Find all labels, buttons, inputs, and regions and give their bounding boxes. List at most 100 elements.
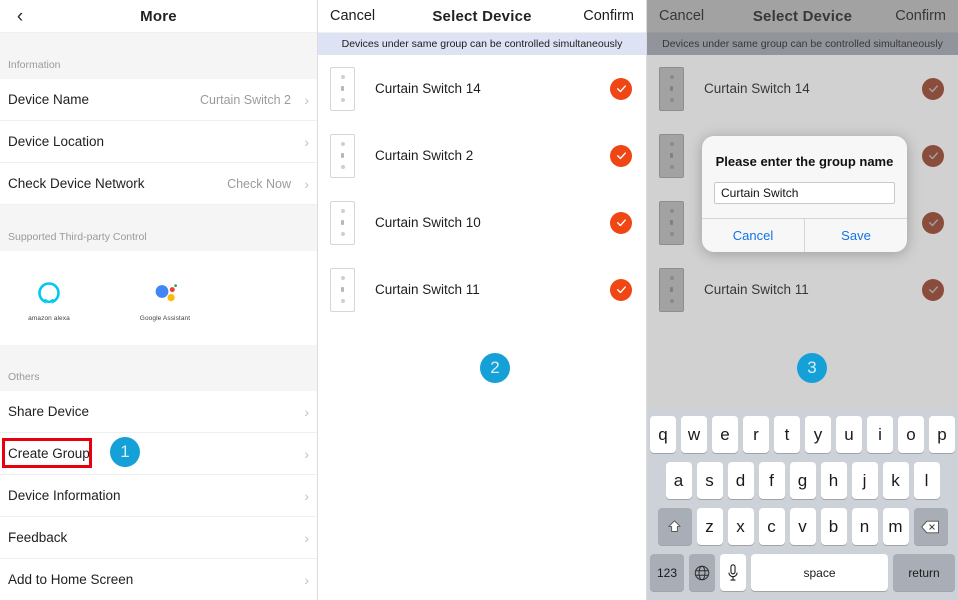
curtain-switch-icon <box>659 268 684 312</box>
device-row[interactable]: Curtain Switch 10 <box>318 189 646 256</box>
device-name: Curtain Switch 10 <box>375 215 610 230</box>
row-label: Device Information <box>8 488 299 503</box>
curtain-switch-icon <box>330 67 355 111</box>
key-j[interactable]: j <box>852 462 878 499</box>
microphone-icon[interactable] <box>720 554 746 591</box>
third-party-google-assistant[interactable]: Google Assistant <box>130 275 200 322</box>
key-b[interactable]: b <box>821 508 847 545</box>
row-label: Check Device Network <box>8 176 227 191</box>
checkmark-icon[interactable] <box>610 145 632 167</box>
info-banner: Devices under same group can be controll… <box>647 33 958 55</box>
key-t[interactable]: t <box>774 416 800 453</box>
device-row[interactable]: Curtain Switch 11 <box>647 256 958 323</box>
row-label: Device Name <box>8 92 200 107</box>
checkmark-icon[interactable] <box>922 145 944 167</box>
device-name: Curtain Switch 14 <box>704 81 922 96</box>
key-m[interactable]: m <box>883 508 909 545</box>
page-title: Select Device <box>318 8 646 25</box>
curtain-switch-icon <box>659 134 684 178</box>
checkmark-icon[interactable] <box>610 279 632 301</box>
row-device-location[interactable]: Device Location › <box>0 121 317 163</box>
key-l[interactable]: l <box>914 462 940 499</box>
key-z[interactable]: z <box>697 508 723 545</box>
keyboard-row-3: zxcvbnm <box>650 508 955 545</box>
curtain-switch-icon <box>330 201 355 245</box>
row-label: Feedback <box>8 530 299 545</box>
row-check-device-network[interactable]: Check Device Network Check Now › <box>0 163 317 205</box>
third-party-alexa[interactable]: amazon alexa <box>14 275 84 322</box>
row-add-to-home-screen[interactable]: Add to Home Screen › <box>0 559 317 600</box>
step-badge-2: 2 <box>480 353 510 383</box>
row-device-name[interactable]: Device Name Curtain Switch 2 › <box>0 79 317 121</box>
row-create-group[interactable]: Create Group › <box>0 433 317 475</box>
row-value: Curtain Switch 2 <box>200 93 291 107</box>
panel-group-name-dialog: Cancel Select Device Confirm Devices und… <box>647 0 958 600</box>
key-r[interactable]: r <box>743 416 769 453</box>
checkmark-icon[interactable] <box>922 212 944 234</box>
key-o[interactable]: o <box>898 416 924 453</box>
device-name: Curtain Switch 2 <box>375 148 610 163</box>
globe-icon[interactable] <box>689 554 715 591</box>
key-k[interactable]: k <box>883 462 909 499</box>
group-name-dialog: Please enter the group name Cancel Save <box>702 136 907 252</box>
key-p[interactable]: p <box>929 416 955 453</box>
section-header-others: Others <box>0 345 317 391</box>
key-s[interactable]: s <box>697 462 723 499</box>
key-n[interactable]: n <box>852 508 878 545</box>
key-d[interactable]: d <box>728 462 754 499</box>
panel-more-settings: ‹ More Information Device Name Curtain S… <box>0 0 318 600</box>
key-c[interactable]: c <box>759 508 785 545</box>
step-badge-1: 1 <box>110 437 140 467</box>
key-e[interactable]: e <box>712 416 738 453</box>
key-q[interactable]: q <box>650 416 676 453</box>
backspace-key[interactable] <box>914 508 948 545</box>
google-assistant-icon <box>130 275 200 313</box>
key-v[interactable]: v <box>790 508 816 545</box>
page-title: More <box>0 8 317 25</box>
panel1-navbar: ‹ More <box>0 0 317 33</box>
shift-key[interactable] <box>658 508 692 545</box>
panel-select-device: Cancel Select Device Confirm Devices und… <box>318 0 647 600</box>
row-feedback[interactable]: Feedback › <box>0 517 317 559</box>
section-header-third-party: Supported Third-party Control <box>0 205 317 251</box>
device-row[interactable]: Curtain Switch 11 <box>318 256 646 323</box>
row-label: Add to Home Screen <box>8 572 299 587</box>
return-key[interactable]: return <box>893 554 955 591</box>
key-g[interactable]: g <box>790 462 816 499</box>
key-i[interactable]: i <box>867 416 893 453</box>
key-u[interactable]: u <box>836 416 862 453</box>
checkmark-icon[interactable] <box>922 78 944 100</box>
checkmark-icon[interactable] <box>610 212 632 234</box>
chevron-right-icon: › <box>299 489 309 503</box>
device-name: Curtain Switch 11 <box>704 282 922 297</box>
key-h[interactable]: h <box>821 462 847 499</box>
chevron-right-icon: › <box>299 531 309 545</box>
key-x[interactable]: x <box>728 508 754 545</box>
row-share-device[interactable]: Share Device › <box>0 391 317 433</box>
key-y[interactable]: y <box>805 416 831 453</box>
curtain-switch-icon <box>659 67 684 111</box>
space-key[interactable]: space <box>751 554 888 591</box>
chevron-right-icon: › <box>299 177 309 191</box>
checkmark-icon[interactable] <box>610 78 632 100</box>
device-name: Curtain Switch 11 <box>375 282 610 297</box>
row-device-information[interactable]: Device Information › <box>0 475 317 517</box>
device-row[interactable]: Curtain Switch 14 <box>647 55 958 122</box>
numbers-key[interactable]: 123 <box>650 554 684 591</box>
key-a[interactable]: a <box>666 462 692 499</box>
keyboard-row-4: 123 space return <box>650 554 955 591</box>
dialog-cancel-button[interactable]: Cancel <box>702 219 804 252</box>
key-f[interactable]: f <box>759 462 785 499</box>
panel2-navbar: Cancel Select Device Confirm <box>318 0 646 33</box>
device-row[interactable]: Curtain Switch 14 <box>318 55 646 122</box>
page-title: Select Device <box>647 8 958 25</box>
device-row[interactable]: Curtain Switch 2 <box>318 122 646 189</box>
key-w[interactable]: w <box>681 416 707 453</box>
dialog-save-button[interactable]: Save <box>804 219 907 252</box>
screenshot-root: ‹ More Information Device Name Curtain S… <box>0 0 958 600</box>
row-value: Check Now <box>227 177 291 191</box>
curtain-switch-icon <box>330 134 355 178</box>
checkmark-icon[interactable] <box>922 279 944 301</box>
section-header-information: Information <box>0 33 317 79</box>
group-name-input[interactable] <box>714 182 895 204</box>
